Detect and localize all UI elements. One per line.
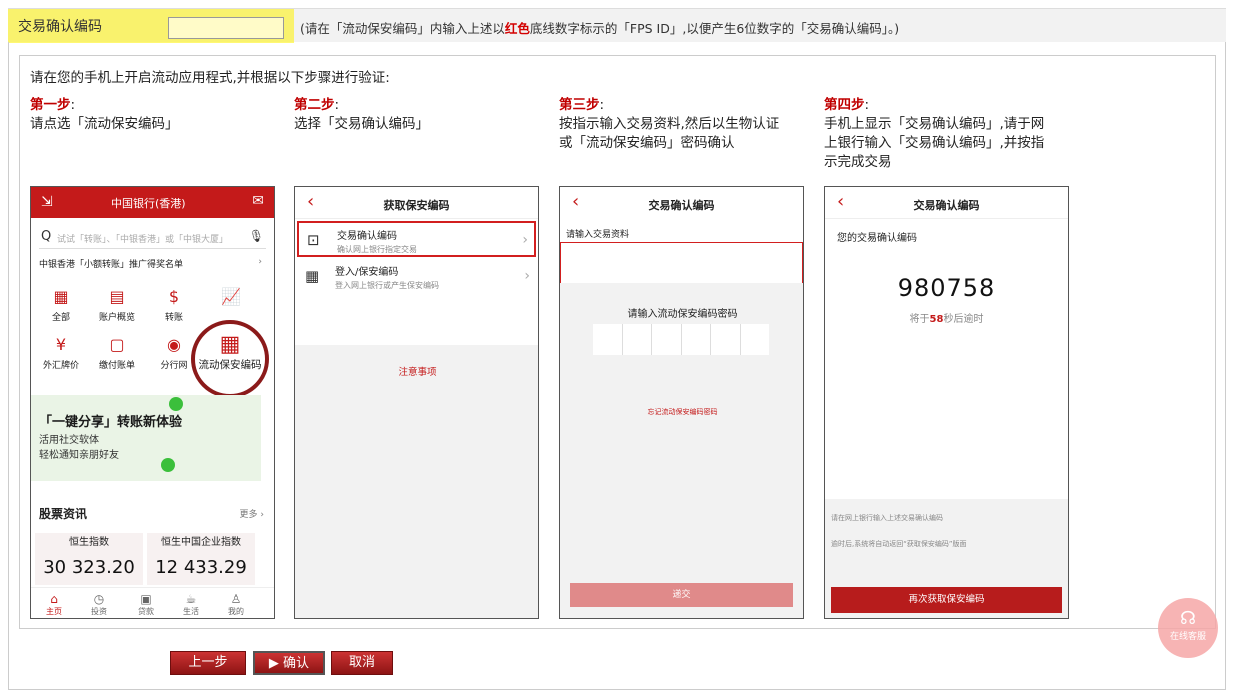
screen-background xyxy=(295,345,538,618)
more-link: 更多 › xyxy=(239,510,264,520)
screen-header: ‹ 交易确认编码 xyxy=(825,187,1068,219)
phone-screenshot-4: ‹ 交易确认编码 您的交易确认编码 980758 将于58秒后逾时 请在网上银行… xyxy=(824,186,1069,619)
keypad-icon: ▦ xyxy=(219,332,241,357)
confirm-button[interactable]: ▶ 确认 xyxy=(253,651,325,675)
phone-screenshot-1: ⇲ 中国银行(香港) ✉ Q 试试「转账」、「中银香港」或「中银大厦」 🎙 中银… xyxy=(30,186,275,619)
account-icon: ▤ xyxy=(109,287,125,306)
screen-header: ‹ 交易确认编码 xyxy=(572,191,715,212)
bill-icon: ▢ xyxy=(109,335,125,354)
app-header: ⇲ 中国银行(香港) ✉ xyxy=(31,187,274,218)
app-search: Q 试试「转账」、「中银香港」或「中银大厦」 🎙 xyxy=(39,227,266,249)
app-tab-bar: ⌂ 主页 ◷ 投资 ▣ 贷款 ☕ 生活 ♙ 我的 xyxy=(31,587,274,618)
screen-header: ‹ 获取保安编码 xyxy=(295,187,538,219)
regenerate-button: 再次获取保安编码 xyxy=(831,587,1062,613)
transfer-icon: $ xyxy=(168,287,180,306)
promo-strip: 中银香港「小额转账」推广得奖名单 › xyxy=(39,257,262,270)
code-label: 交易确认编码 xyxy=(18,19,102,35)
keypad-icon: ⊡ xyxy=(307,231,320,249)
fx-icon: ¥ xyxy=(55,335,67,354)
back-icon: ‹ xyxy=(837,191,845,212)
grid-item: 📈 xyxy=(201,287,261,310)
calculator-icon: ▦ xyxy=(305,267,320,285)
index-card: 恒生中国企业指数 12 433.29 xyxy=(147,533,255,585)
invest-icon: ◷ xyxy=(93,592,105,606)
step-3: 第三步: 按指示输入交易资料,然后以生物认证 或「流动保安编码」密码确认 xyxy=(559,97,780,151)
phone-screenshot-3: ‹ 交易确认编码 请输入交易资料 请输入流动保安编码密码 忘记流动保安编码密码 … xyxy=(559,186,804,619)
tab-home: ⌂ 主页 xyxy=(39,592,69,617)
login-token-option: ▦ 登入/保安编码 登入网上银行或产生保安编码 › xyxy=(305,267,530,290)
mobile-token-highlight: ▦ 流动保安编码 xyxy=(191,320,269,398)
chevron-right-icon: › xyxy=(524,268,530,284)
grid-item: ▢ 缴付账单 xyxy=(87,335,147,371)
tab-invest: ◷ 投资 xyxy=(84,592,114,617)
back-icon: ‹ xyxy=(307,191,315,212)
share-banner: 「一键分享」转账新体验 活用社交软体 轻松通知亲朋好友 xyxy=(31,395,261,481)
search-icon: Q xyxy=(41,229,52,244)
prev-button[interactable]: 上一步 xyxy=(170,651,246,675)
grid-item: ¥ 外汇牌价 xyxy=(31,335,91,371)
confirmation-code: 980758 xyxy=(897,274,996,302)
grid-all-icon: ▦ xyxy=(53,287,69,306)
step-2: 第二步: 选择「交易确认编码」 xyxy=(294,97,429,132)
step-1: 第一步: 请点选「流动保安编码」 xyxy=(30,97,179,132)
line-icon xyxy=(161,458,175,472)
tab-me: ♙ 我的 xyxy=(221,592,251,617)
loan-icon: ▣ xyxy=(140,592,152,606)
grid-item: $ 转账 xyxy=(144,287,204,323)
online-support-button[interactable]: ☊ 在线客服 xyxy=(1158,598,1218,658)
stock-title: 股票资讯 xyxy=(39,507,88,521)
notice-link: 注意事项 xyxy=(398,367,437,378)
transaction-code-input[interactable] xyxy=(168,17,284,39)
step-4: 第四步: 手机上显示「交易确认编码」,请于网 上银行输入「交易确认编码」,并按指… xyxy=(824,97,1045,170)
life-icon: ☕ xyxy=(185,592,197,606)
transaction-data-input xyxy=(560,242,803,288)
pin-boxes xyxy=(593,324,769,355)
tab-life: ☕ 生活 xyxy=(176,592,206,617)
logout-icon: ⇲ xyxy=(41,194,53,210)
transaction-code-option: ⊡ 交易确认编码 确认网上银行指定交易 › xyxy=(297,221,536,257)
headset-icon: ☊ xyxy=(1180,608,1196,629)
back-icon: ‹ xyxy=(572,191,580,212)
cancel-button[interactable]: 取消 xyxy=(331,651,393,675)
grid-item: ▦ 全部 xyxy=(31,287,91,323)
grid-item: ▤ 账户概览 xyxy=(87,287,147,323)
expiry-text: 将于58秒后逾时 xyxy=(909,314,984,325)
bank-logo: 中国银行(香港) xyxy=(111,197,186,210)
intro-text: 请在您的手机上开启流动应用程式,并根据以下步骤进行验证: xyxy=(30,70,390,86)
message-icon: ✉ xyxy=(252,193,264,209)
mic-icon: 🎙 xyxy=(248,229,264,243)
chevron-right-icon: › xyxy=(522,232,528,248)
tab-loan: ▣ 贷款 xyxy=(131,592,161,617)
whatsapp-icon xyxy=(169,397,183,411)
submit-button: 递交 xyxy=(570,583,793,607)
user-icon: ♙ xyxy=(230,592,242,606)
chart-icon: 📈 xyxy=(221,287,241,306)
index-card: 恒生指数 30 323.20 xyxy=(35,533,143,585)
phone-screenshot-2: ‹ 获取保安编码 ⊡ 交易确认编码 确认网上银行指定交易 › ▦ 登入/保安编码… xyxy=(294,186,539,619)
home-icon: ⌂ xyxy=(50,592,58,606)
forgot-password-link: 忘记流动保安编码密码 xyxy=(647,408,718,416)
code-hint: (请在「流动保安编码」内输入上述以红色底线数字标示的「FPS ID」,以便产生6… xyxy=(300,21,900,36)
code-entry-bar: 交易确认编码 (请在「流动保安编码」内输入上述以红色底线数字标示的「FPS ID… xyxy=(8,8,1226,43)
